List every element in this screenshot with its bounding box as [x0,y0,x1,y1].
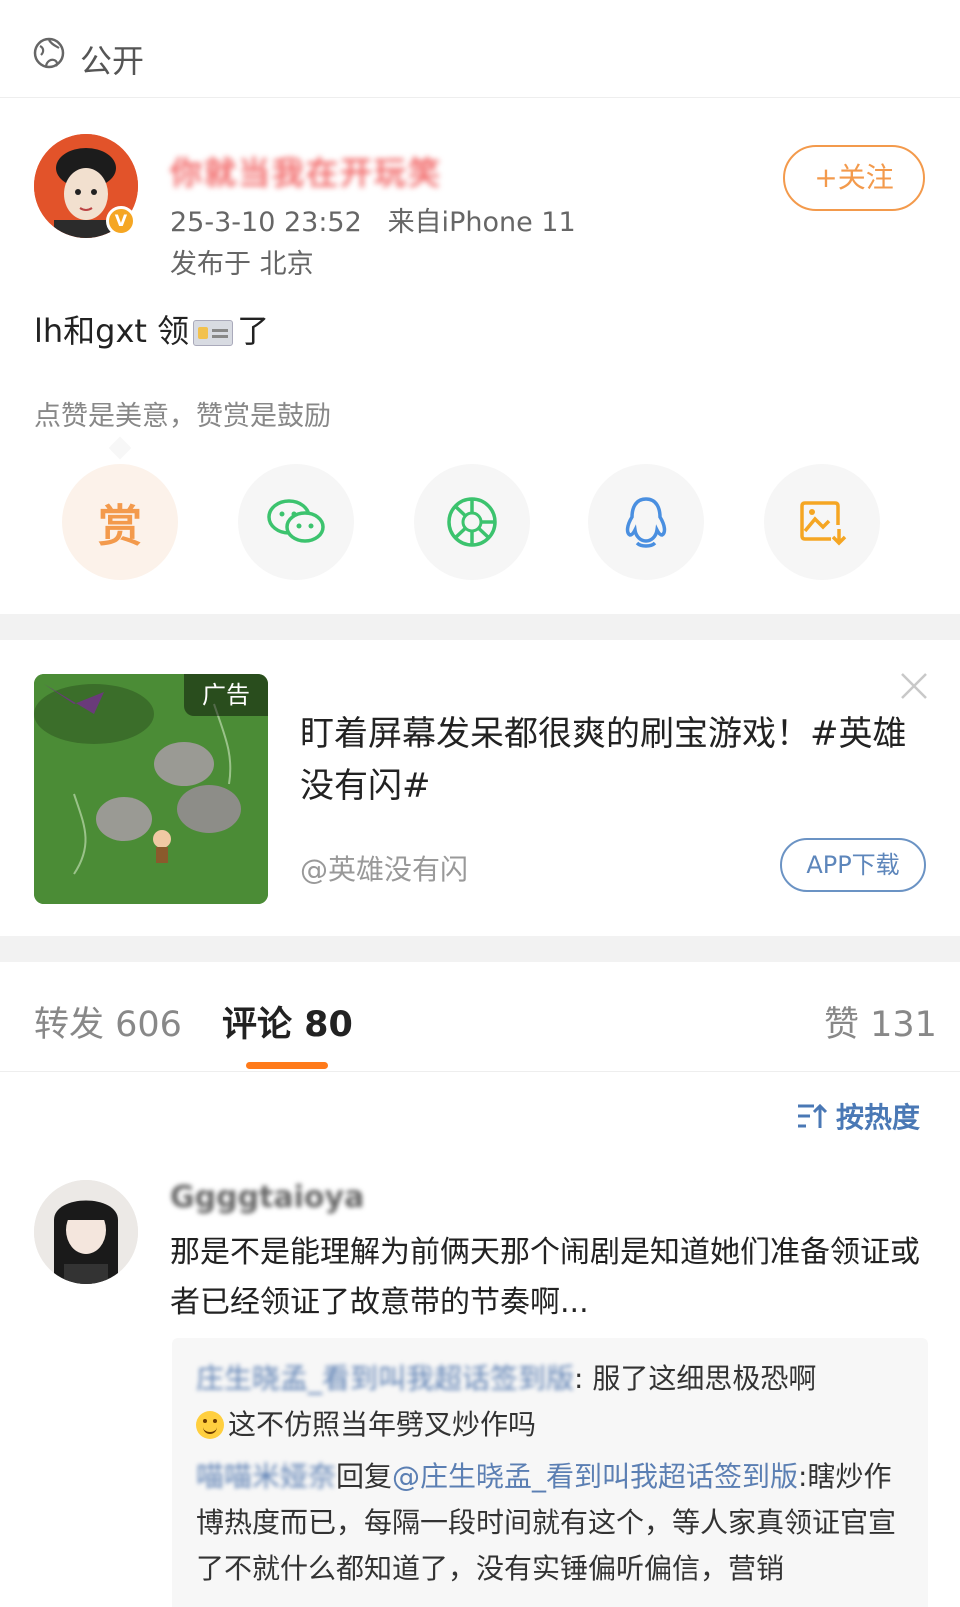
reply-text: : 服了这细思极恐啊 [574,1362,817,1395]
post-meta: 25-3-10 23:52 来自iPhone 11 [170,200,576,239]
wechat-icon [267,499,325,543]
interaction-tabs: 转发 606 评论 80 赞 131 [0,962,960,1072]
visibility-label: 公开 [80,42,145,80]
app-download-button[interactable]: APP下载 [780,838,926,892]
ad-image[interactable]: 广告 [34,674,268,904]
id-card-emoji-icon [193,320,234,346]
post-source: 来自iPhone 11 [387,207,576,238]
tab-likes[interactable]: 赞 131 [824,996,937,1047]
close-icon[interactable] [898,670,930,702]
smile-emoji-icon [196,1411,224,1439]
globe-icon [33,37,65,69]
post-text-after: 了 [237,312,270,350]
ad-title[interactable]: 盯着屏幕发呆都很爽的刷宝游戏！#英雄没有闪# [300,708,920,812]
active-tab-indicator [246,1062,328,1069]
reward-button[interactable]: 赏 [62,464,178,580]
post-location: 发布于 北京 [170,249,314,280]
save-image-button[interactable] [764,464,880,580]
ad-tag: 广告 [184,674,268,716]
commenter-photo [34,1180,138,1284]
reply-author[interactable]: 庄生晓孟_看到叫我超话签到版 [196,1362,574,1395]
share-row: 赏 [0,464,960,584]
reply-author[interactable]: 喵喵米娅奈 [196,1460,336,1493]
sort-label: 按热度 [836,1101,921,1134]
commenter-avatar[interactable] [34,1180,138,1284]
reply-mention[interactable]: @庄生晓孟_看到叫我超话签到版 [392,1460,798,1493]
tab-comments[interactable]: 评论 80 [222,996,353,1047]
author-name[interactable]: 你就当我在开玩笑 [170,148,442,194]
tab-repost[interactable]: 转发 606 [34,996,182,1047]
reply-item[interactable]: 庄生晓孟_看到叫我超话签到版: 服了这细思极恐啊 这不仿照当年劈叉炒作吗 [196,1356,904,1448]
comment-text: 那是不是能理解为前俩天那个闹剧是知道她们准备领证或者已经领证了故意带的节奏啊..… [170,1235,920,1320]
qq-icon [625,497,667,548]
ad-card[interactable]: 广告 盯着屏幕发呆都很爽的刷宝游戏！#英雄没有闪# @英雄没有闪 APP下载 [0,640,960,936]
sort-icon [798,1103,828,1128]
share-qq-button[interactable] [588,464,704,580]
reply-item[interactable]: 喵喵米娅奈回复@庄生晓孟_看到叫我超话签到版:瞎炒作博热度而已，每隔一段时间就有… [196,1454,904,1592]
reply-list[interactable]: 庄生晓孟_看到叫我超话签到版: 服了这细思极恐啊 这不仿照当年劈叉炒作吗 喵喵米… [172,1338,928,1607]
post-timestamp: 25-3-10 23:52 [170,207,362,238]
reward-icon: 赏 [98,501,142,552]
reply-text-cont: 这不仿照当年劈叉炒作吗 [228,1408,537,1441]
hint-pointer [108,436,132,460]
visibility-bar: 公开 [0,0,960,98]
post-text: lh和gxt 领 了 [34,306,269,352]
moments-icon [447,497,497,547]
commenter-name[interactable]: Ggggtaioya [170,1180,364,1215]
post-text-before: lh和gxt 领 [34,312,190,350]
ad-account[interactable]: @英雄没有闪 [300,848,468,888]
follow-button[interactable]: +关注 [783,145,925,211]
sort-button[interactable]: 按热度 [796,1096,920,1136]
share-wechat-button[interactable] [238,464,354,580]
share-moments-button[interactable] [414,464,530,580]
save-image-icon [800,501,847,546]
reply-word: 回复 [336,1460,393,1493]
reward-hint: 点赞是美意，赞赏是鼓励 [34,401,331,432]
verified-badge-icon: V [106,206,136,236]
section-separator [0,936,960,962]
section-separator [0,614,960,640]
